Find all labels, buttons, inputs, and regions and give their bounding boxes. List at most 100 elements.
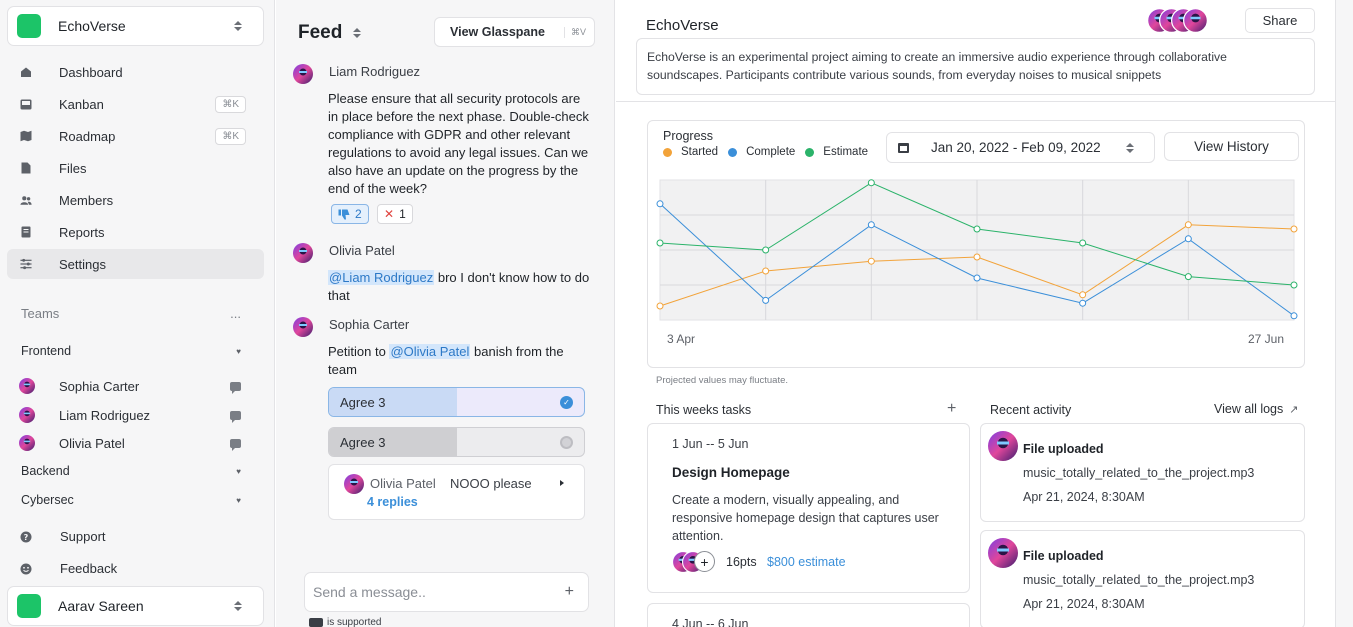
avatar[interactable] bbox=[293, 243, 313, 263]
message-input[interactable]: Send a message.. bbox=[313, 584, 565, 600]
view-all-logs-label: View all logs bbox=[1214, 402, 1284, 416]
user-switcher[interactable]: Aarav Sareen bbox=[7, 586, 264, 626]
view-all-logs-link[interactable]: View all logs ↗ bbox=[1214, 402, 1298, 416]
task-estimate[interactable]: $800 estimate bbox=[767, 555, 846, 569]
data-point bbox=[973, 274, 981, 282]
team-frontend[interactable]: Frontend ♥ bbox=[21, 344, 241, 358]
teams-label: Teams bbox=[21, 306, 60, 321]
task-assignees[interactable]: + bbox=[672, 551, 722, 575]
member-name: Olivia Patel bbox=[59, 435, 125, 451]
sidebar-item-reports[interactable]: Reports bbox=[7, 217, 264, 247]
activity-date: Apr 21, 2024, 8:30AM bbox=[1023, 597, 1145, 611]
thread-author: Olivia Patel bbox=[370, 476, 436, 491]
plus-icon[interactable]: + bbox=[565, 583, 574, 601]
heart-icon[interactable]: ♥ bbox=[236, 467, 241, 476]
sidebar: EchoVerse Dashboard Kanban ⌘K Roadmap ⌘K… bbox=[0, 0, 275, 627]
share-button[interactable]: Share bbox=[1245, 8, 1315, 33]
heart-icon[interactable]: ♥ bbox=[236, 347, 241, 356]
data-point bbox=[1290, 281, 1298, 289]
workspace-logo bbox=[17, 14, 41, 38]
progress-title: Progress bbox=[663, 129, 714, 143]
markdown-note: is supported bbox=[309, 617, 381, 627]
view-glasspane-button[interactable]: View Glasspane ⌘V bbox=[434, 17, 595, 47]
plus-icon[interactable]: + bbox=[947, 400, 956, 418]
avatar bbox=[344, 474, 364, 494]
x-axis-label-end: 27 Jun bbox=[1248, 332, 1285, 346]
sidebar-item-label: Roadmap bbox=[59, 128, 116, 144]
avatar bbox=[19, 378, 35, 394]
poll-option-selected[interactable]: Agree 3 ✓ bbox=[328, 387, 585, 417]
chat-icon[interactable] bbox=[230, 438, 241, 451]
message-author: Liam Rodriguez bbox=[329, 64, 421, 79]
team-member[interactable]: Liam Rodriguez bbox=[19, 407, 241, 423]
team-member[interactable]: Sophia Carter bbox=[19, 378, 241, 394]
chat-icon[interactable] bbox=[230, 410, 241, 423]
activity-file[interactable]: music_totally_related_to_the_project.mp3 bbox=[1023, 573, 1254, 587]
sidebar-item-members[interactable]: Members bbox=[7, 185, 264, 215]
shortcut-hint: ⌘K bbox=[215, 127, 246, 145]
sidebar-item-feedback[interactable]: Feedback bbox=[20, 561, 250, 576]
date-range-picker[interactable]: Jan 20, 2022 - Feb 09, 2022 bbox=[886, 132, 1155, 163]
data-point bbox=[1079, 239, 1087, 247]
feed-title[interactable]: Feed bbox=[298, 22, 362, 44]
add-assignee-icon[interactable]: + bbox=[694, 551, 715, 572]
heart-icon[interactable]: ♥ bbox=[236, 496, 241, 505]
x-icon: ✕ bbox=[384, 207, 395, 221]
task-card[interactable]: 1 Jun -- 5 Jun Design Homepage Create a … bbox=[647, 423, 970, 593]
user-logo bbox=[17, 594, 41, 618]
workspace-switcher[interactable]: EchoVerse bbox=[7, 6, 264, 46]
sidebar-item-label: Feedback bbox=[60, 561, 118, 576]
sidebar-item-label: Files bbox=[59, 160, 87, 176]
view-history-button[interactable]: View History bbox=[1164, 132, 1299, 161]
activity-header: Recent activity bbox=[990, 403, 1072, 417]
task-name: Design Homepage bbox=[672, 465, 790, 480]
sidebar-item-files[interactable]: Files bbox=[7, 153, 264, 183]
avatar[interactable] bbox=[293, 317, 313, 337]
caret-right-icon[interactable] bbox=[560, 480, 564, 486]
mention-link[interactable]: @Olivia Patel bbox=[389, 344, 471, 359]
scrollbar-track[interactable] bbox=[1335, 0, 1353, 627]
help-icon: ? bbox=[20, 531, 32, 542]
chat-icon[interactable] bbox=[230, 381, 241, 394]
activity-title: File uploaded bbox=[1023, 442, 1104, 456]
avatar[interactable] bbox=[293, 64, 313, 84]
sidebar-item-label: Reports bbox=[59, 224, 105, 240]
message-author: Olivia Patel bbox=[329, 243, 395, 258]
chevron-updown-icon bbox=[352, 28, 362, 38]
reaction-x[interactable]: ✕ 1 bbox=[377, 204, 413, 224]
markdown-note-text: is supported bbox=[327, 617, 382, 627]
activity-file[interactable]: music_totally_related_to_the_project.mp3 bbox=[1023, 466, 1254, 480]
teams-more-button[interactable]: ... bbox=[230, 306, 241, 321]
inbox-icon bbox=[20, 98, 32, 110]
legend-dot bbox=[663, 147, 672, 157]
activity-title: File uploaded bbox=[1023, 549, 1104, 563]
thread-preview[interactable]: Olivia Patel NOOO please 4 replies bbox=[328, 464, 585, 520]
team-backend[interactable]: Backend ♥ bbox=[21, 464, 241, 478]
poll-option[interactable]: Agree 3 bbox=[328, 427, 585, 457]
feed-message: Sophia Carter Petition to @Olivia Patel … bbox=[293, 317, 593, 377]
x-axis-label-start: 3 Apr bbox=[667, 332, 696, 346]
team-member[interactable]: Olivia Patel bbox=[19, 435, 241, 451]
data-point bbox=[973, 225, 981, 233]
collaborator-avatars[interactable] bbox=[1147, 8, 1208, 33]
task-card[interactable]: 4 Jun -- 6 Jun bbox=[647, 603, 970, 627]
team-cybersec[interactable]: Cybersec ♥ bbox=[21, 493, 241, 507]
feed-panel: Feed View Glasspane ⌘V Liam Rodriguez Pl… bbox=[276, 0, 615, 627]
sidebar-item-settings[interactable]: Settings bbox=[7, 249, 264, 279]
member-name: Liam Rodriguez bbox=[59, 407, 151, 423]
mention-link[interactable]: @Liam Rodriguez bbox=[328, 270, 435, 285]
sidebar-item-roadmap[interactable]: Roadmap ⌘K bbox=[7, 121, 264, 151]
data-point bbox=[867, 179, 875, 187]
markdown-icon bbox=[309, 618, 323, 627]
message-composer[interactable]: Send a message.. + bbox=[304, 572, 589, 612]
sidebar-item-dashboard[interactable]: Dashboard bbox=[7, 57, 264, 87]
activity-item[interactable]: File uploaded music_totally_related_to_t… bbox=[980, 423, 1305, 522]
avatar bbox=[1183, 8, 1208, 33]
data-point bbox=[656, 302, 664, 310]
sidebar-item-kanban[interactable]: Kanban ⌘K bbox=[7, 89, 264, 119]
reaction-thumbs-down[interactable]: 2 bbox=[331, 204, 369, 224]
sidebar-item-support[interactable]: ? Support bbox=[20, 529, 250, 544]
replies-link[interactable]: 4 replies bbox=[367, 495, 418, 509]
progress-chart bbox=[656, 179, 1298, 321]
activity-item[interactable]: File uploaded music_totally_related_to_t… bbox=[980, 530, 1305, 627]
